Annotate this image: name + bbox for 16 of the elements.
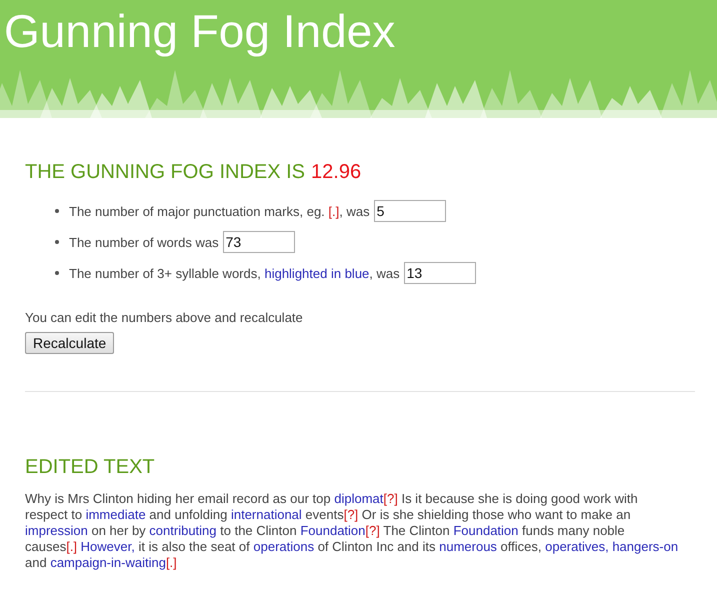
recalculate-button[interactable]: Recalculate bbox=[25, 332, 114, 354]
number-field[interactable]: 13 bbox=[404, 262, 476, 284]
bullet-icon bbox=[55, 240, 59, 244]
number-field[interactable]: 5 bbox=[374, 200, 446, 222]
page-title: Gunning Fog Index bbox=[3, 4, 396, 58]
bullet-icon bbox=[55, 209, 59, 213]
count-label: The number of 3+ syllable words, highlighted in blue, was bbox=[69, 266, 400, 280]
number-field[interactable]: 73 bbox=[222, 231, 295, 253]
section-heading: EDITED TEXT bbox=[25, 455, 156, 479]
index-value: 12.96 bbox=[311, 160, 362, 184]
count-label: The number of major punctuation marks, eg. [.], was bbox=[69, 204, 370, 218]
result-heading: THE GUNNING FOG INDEX IS bbox=[25, 160, 306, 184]
hint-text: You can edit the numbers above and recalculate bbox=[25, 310, 304, 326]
count-label: The number of words was bbox=[69, 234, 219, 250]
bullet-icon bbox=[55, 271, 59, 275]
edited-paragraph: Why is Mrs Clinton hiding her email record as our top diplomat[?] Is it because she is doing good work with respect to immediate and unfolding international events[?] Or is she shielding those who want to make an impression on her by contributing to the Clinton Foundation[?] The Clinton Foundation funds many noble causes[.] However, it is also the seat of operations of Clinton Inc and its numerous offices, operatives, hangers-on and campaign-in-waiting[.] bbox=[25, 491, 680, 571]
